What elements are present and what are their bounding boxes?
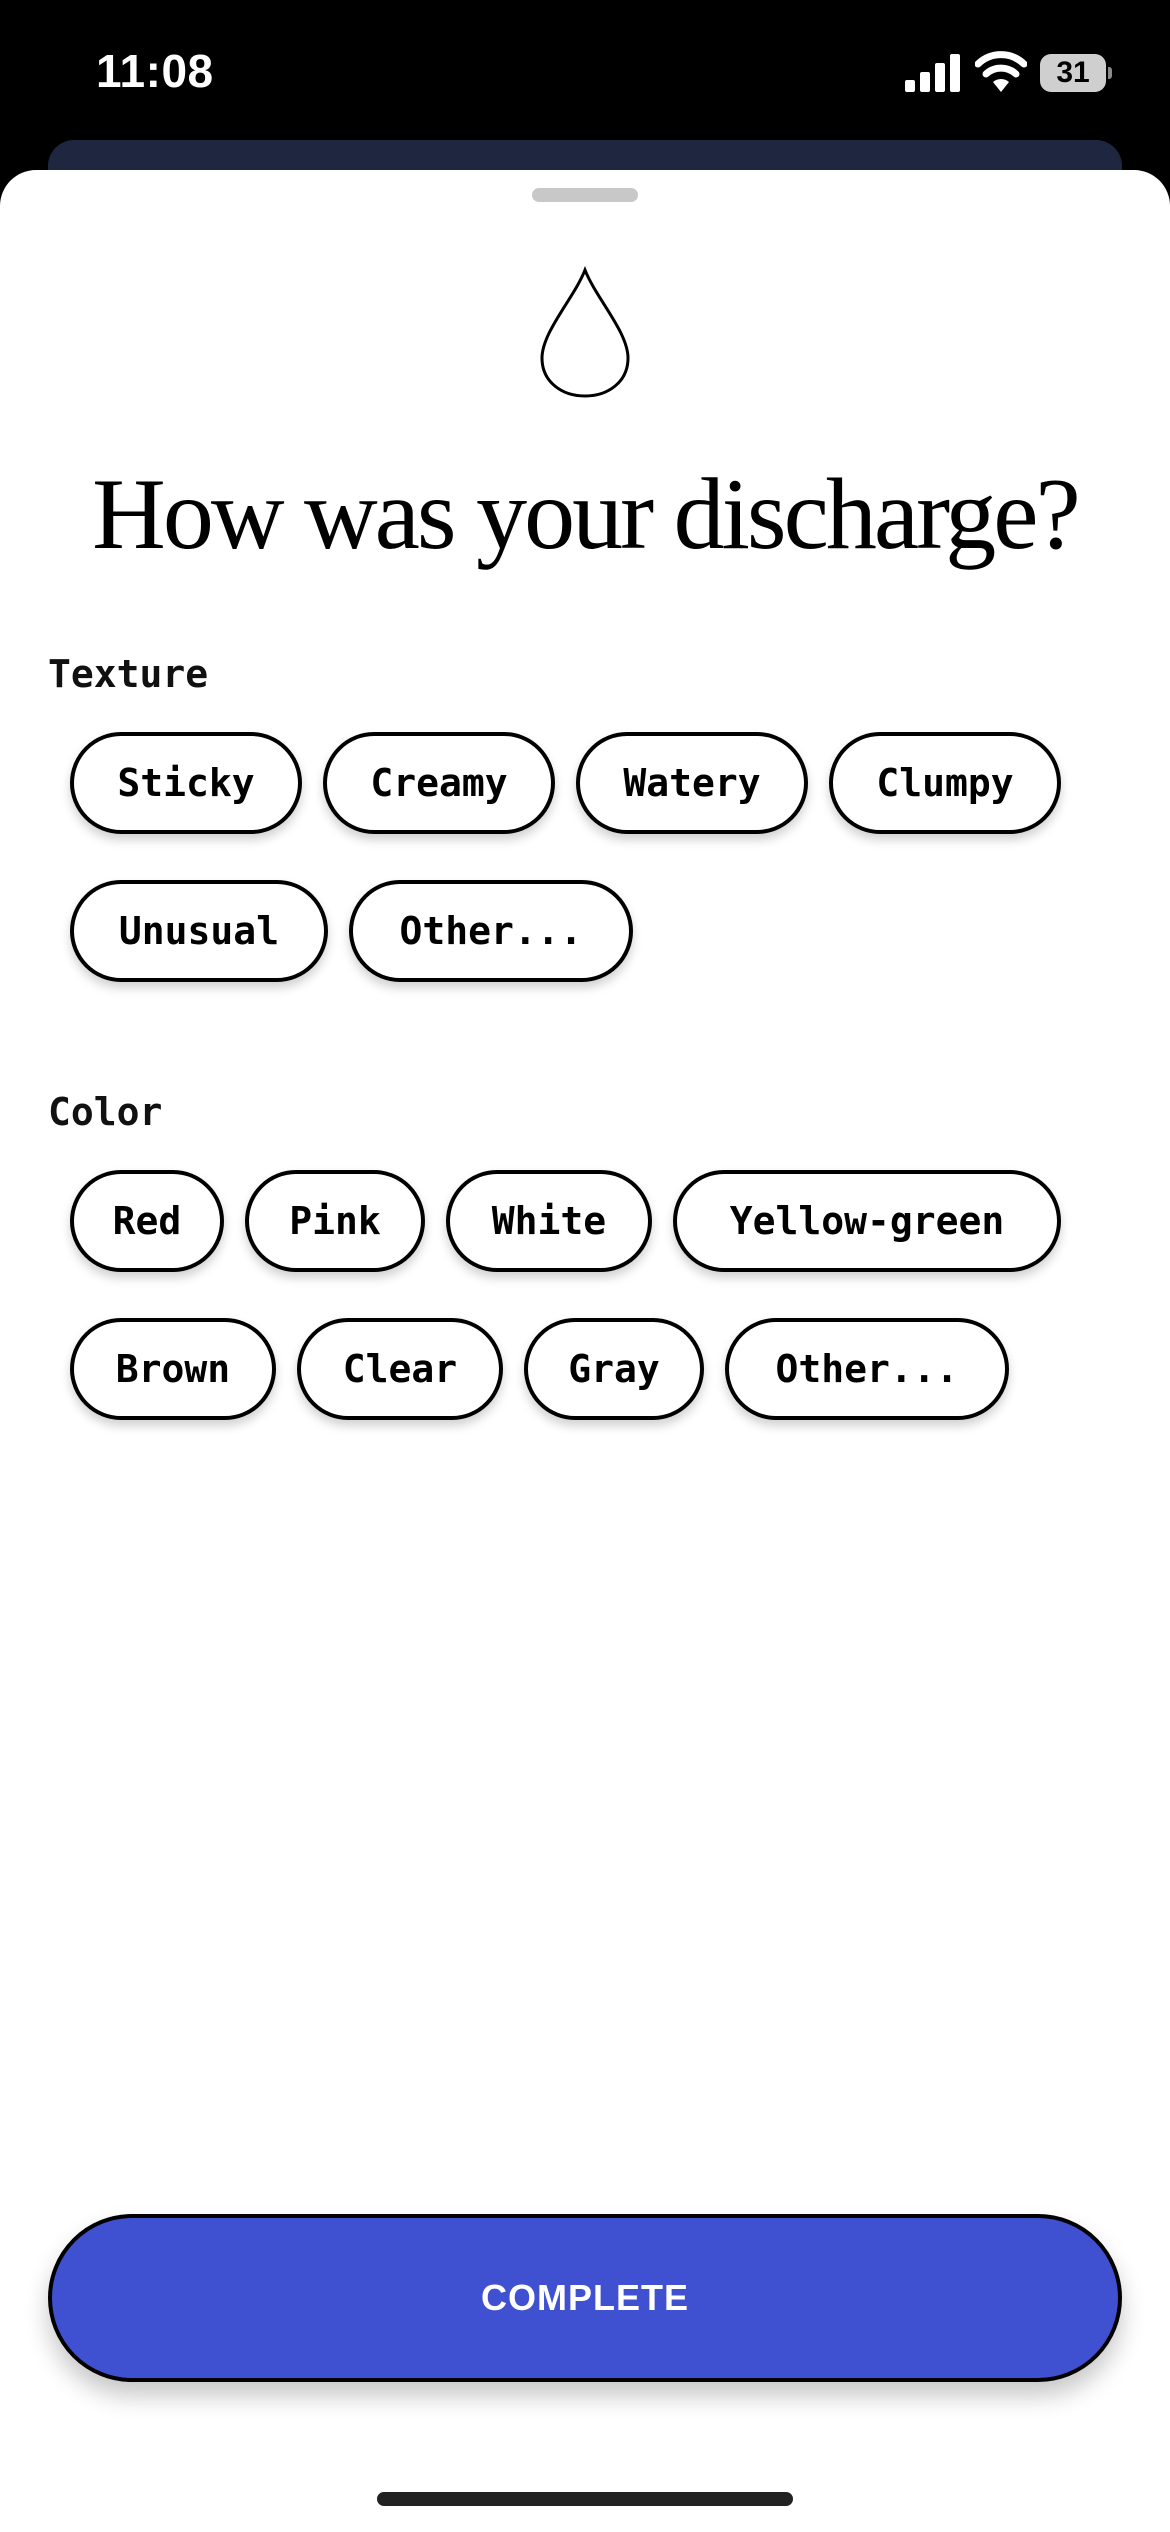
wifi-icon (975, 51, 1027, 92)
battery-icon: 31 (1040, 54, 1112, 92)
page-title: How was your discharge? (92, 458, 1081, 571)
battery-tip (1108, 67, 1112, 79)
color-chip-pink[interactable]: Pink (245, 1170, 425, 1272)
signal-icon (905, 54, 960, 92)
status-time: 11:08 (96, 45, 214, 97)
color-label: Color (48, 1090, 163, 1134)
texture-chip-clumpy[interactable]: Clumpy (829, 732, 1061, 834)
texture-chip-watery[interactable]: Watery (576, 732, 808, 834)
sheet-grabber[interactable] (532, 188, 638, 202)
texture-chip-other[interactable]: Other... (349, 880, 633, 982)
color-chip-white[interactable]: White (446, 1170, 652, 1272)
discharge-sheet: How was your discharge? Texture Sticky C… (0, 170, 1170, 2532)
color-chip-gray[interactable]: Gray (524, 1318, 704, 1420)
color-chip-clear[interactable]: Clear (297, 1318, 503, 1420)
texture-chip-sticky[interactable]: Sticky (70, 732, 302, 834)
water-drop-icon (540, 266, 630, 398)
color-chip-red[interactable]: Red (70, 1170, 224, 1272)
texture-chip-unusual[interactable]: Unusual (70, 880, 328, 982)
color-chip-other[interactable]: Other... (725, 1318, 1009, 1420)
color-chip-yellow-green[interactable]: Yellow-green (673, 1170, 1061, 1272)
home-indicator (377, 2492, 793, 2506)
texture-chip-creamy[interactable]: Creamy (323, 732, 555, 834)
complete-button[interactable]: COMPLETE (48, 2214, 1122, 2382)
texture-label: Texture (48, 652, 209, 696)
color-chip-brown[interactable]: Brown (70, 1318, 276, 1420)
status-bar: 11:08 31 (0, 0, 1170, 150)
battery-level: 31 (1040, 54, 1106, 92)
